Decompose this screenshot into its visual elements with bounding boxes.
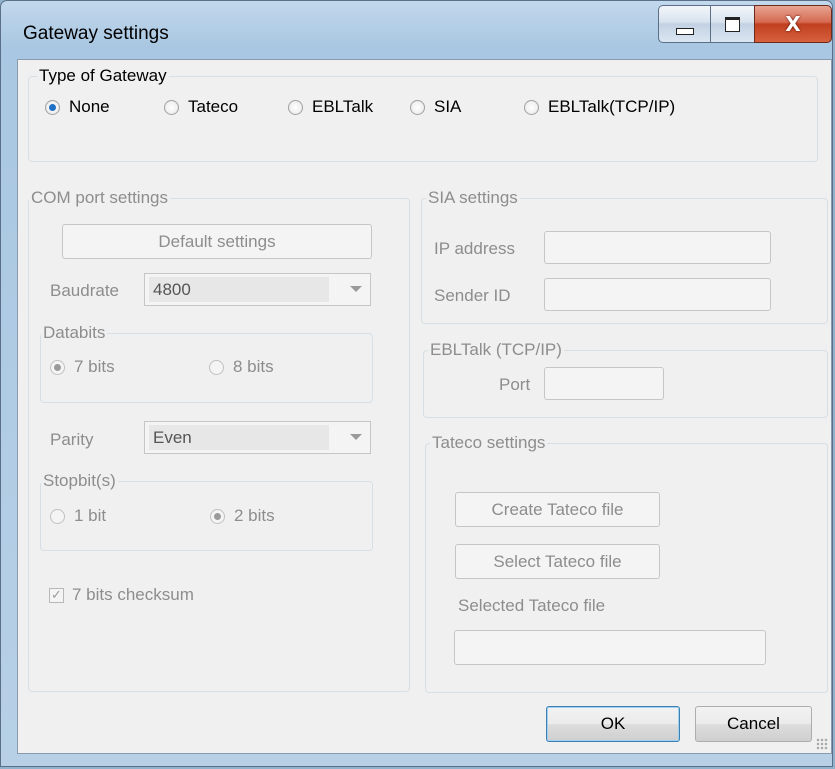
radio-label: 1 bit: [74, 506, 107, 525]
tateco-settings-legend: Tateco settings: [430, 433, 548, 453]
baudrate-label: Baudrate: [50, 281, 119, 300]
baudrate-select[interactable]: 4800: [144, 273, 371, 306]
maximize-button[interactable]: [710, 5, 754, 43]
radio-label: None: [69, 97, 110, 116]
parity-value: Even: [149, 425, 329, 450]
maximize-icon: [725, 16, 740, 32]
radio-label: 2 bits: [234, 506, 275, 525]
radio-indicator: [164, 99, 179, 115]
databits-legend: Databits: [41, 323, 108, 343]
tateco-settings-group: Tateco settings Create Tateco file Selec…: [425, 433, 828, 693]
radio-label: Tateco: [188, 97, 239, 116]
ip-address-label: IP address: [434, 239, 515, 258]
create-tateco-file-button[interactable]: Create Tateco file: [455, 492, 660, 527]
title-bar[interactable]: Gateway settings X: [1, 1, 832, 59]
port-field[interactable]: [544, 367, 664, 400]
ebltalk-tcp-group: EBLTalk (TCP/IP) Port: [423, 340, 828, 418]
com-port-group: COM port settings Default settings Baudr…: [28, 188, 410, 692]
minimize-icon: [675, 27, 694, 35]
select-tateco-file-button[interactable]: Select Tateco file: [455, 544, 660, 579]
com-port-legend: COM port settings: [29, 188, 170, 208]
radio-gateway-ebltalk-tcp[interactable]: EBLTalk(TCP/IP): [524, 97, 675, 117]
close-icon: X: [785, 12, 801, 36]
dialog-window: Gateway settings X Type of Gateway None …: [0, 0, 833, 767]
chevron-down-icon: [350, 286, 362, 292]
databits-group: Databits 7 bits 8 bits: [40, 323, 373, 403]
sia-settings-legend: SIA settings: [426, 188, 520, 208]
radio-indicator: [524, 99, 539, 115]
ebltalk-tcp-legend: EBLTalk (TCP/IP): [428, 340, 564, 360]
selected-tateco-file-label: Selected Tateco file: [458, 596, 606, 615]
parity-select[interactable]: Even: [144, 421, 371, 454]
sender-id-field[interactable]: [544, 278, 771, 311]
radio-indicator: [210, 508, 225, 524]
gateway-type-legend: Type of Gateway: [37, 66, 169, 86]
checksum-label: 7 bits checksum: [72, 585, 194, 604]
default-settings-button[interactable]: Default settings: [62, 224, 372, 259]
sia-settings-group: SIA settings IP address Sender ID: [421, 188, 828, 324]
resize-grip-icon[interactable]: [816, 738, 828, 750]
ok-button[interactable]: OK: [546, 706, 680, 742]
port-label: Port: [499, 375, 531, 394]
radio-stopbits-2[interactable]: 2 bits: [210, 506, 275, 526]
ip-address-field[interactable]: [544, 231, 771, 264]
stopbits-group: Stopbit(s) 1 bit 2 bits: [40, 471, 373, 551]
radio-gateway-sia[interactable]: SIA: [410, 97, 461, 117]
checkbox-check-icon: ✓: [49, 587, 64, 603]
radio-label: EBLTalk: [312, 97, 374, 116]
baudrate-value: 4800: [149, 277, 329, 302]
radio-indicator: [50, 508, 65, 524]
radio-indicator: [209, 359, 224, 375]
radio-indicator: [50, 359, 65, 375]
radio-indicator: [45, 99, 60, 115]
radio-gateway-ebltalk[interactable]: EBLTalk: [288, 97, 373, 117]
radio-label: EBLTalk(TCP/IP): [548, 97, 676, 116]
stopbits-legend: Stopbit(s): [41, 471, 118, 491]
checksum-checkbox[interactable]: ✓ 7 bits checksum: [49, 585, 194, 605]
radio-gateway-tateco[interactable]: Tateco: [164, 97, 238, 117]
chevron-down-icon: [350, 434, 362, 440]
radio-databits-7[interactable]: 7 bits: [50, 357, 115, 377]
radio-label: 7 bits: [74, 357, 115, 376]
sender-id-label: Sender ID: [434, 286, 511, 305]
dialog-client-area: Type of Gateway None Tateco EBLTalk SIA …: [17, 59, 832, 754]
radio-label: 8 bits: [233, 357, 274, 376]
radio-label: SIA: [434, 97, 462, 116]
parity-label: Parity: [50, 430, 94, 449]
radio-stopbits-1[interactable]: 1 bit: [50, 506, 106, 526]
selected-tateco-file-field[interactable]: [454, 630, 766, 665]
window-title: Gateway settings: [23, 23, 169, 44]
close-button[interactable]: X: [754, 5, 832, 43]
radio-databits-8[interactable]: 8 bits: [209, 357, 274, 377]
cancel-button[interactable]: Cancel: [695, 706, 812, 742]
radio-gateway-none[interactable]: None: [45, 97, 110, 117]
gateway-type-group: Type of Gateway None Tateco EBLTalk SIA …: [28, 66, 818, 162]
minimize-button[interactable]: [658, 5, 710, 43]
radio-indicator: [410, 99, 425, 115]
radio-indicator: [288, 99, 303, 115]
